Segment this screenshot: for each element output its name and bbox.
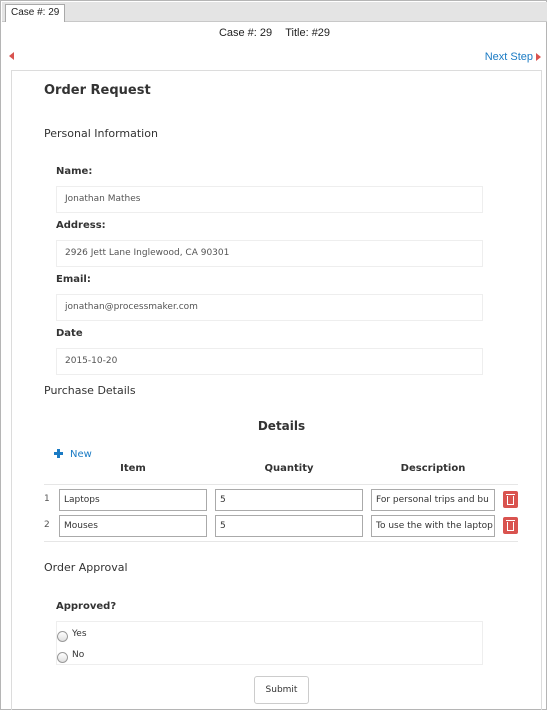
email-label: Email: <box>56 274 91 285</box>
next-arrow-icon[interactable] <box>536 53 541 61</box>
description-cell[interactable]: To use the with the laptop <box>371 515 495 537</box>
email-field[interactable]: jonathan@processmaker.com <box>56 294 483 321</box>
case-number: Case #: 29 <box>218 27 273 39</box>
trash-icon[interactable] <box>503 491 518 508</box>
window-frame: Case #: 29 Case #: 29 Title: #29 Next St… <box>0 0 547 710</box>
trash-icon[interactable] <box>503 517 518 534</box>
address-label: Address: <box>56 220 106 231</box>
submit-button[interactable]: Submit <box>254 676 309 704</box>
row-number: 1 <box>44 494 50 504</box>
purchase-section-title: Purchase Details <box>44 384 136 397</box>
radio-no[interactable] <box>57 652 68 663</box>
approved-radio-group <box>56 621 483 665</box>
radio-yes[interactable] <box>57 631 68 642</box>
address-field[interactable]: 2926 Jett Lane Inglewood, CA 90301 <box>56 240 483 267</box>
date-field[interactable]: 2015-10-20 <box>56 348 483 375</box>
column-header-quantity: Quantity <box>264 463 314 474</box>
case-title: Title: #29 <box>285 27 331 39</box>
column-header-description: Description <box>400 463 466 474</box>
case-info-bar: Case #: 29 Title: #29 <box>1 27 547 39</box>
quantity-cell[interactable]: 5 <box>215 489 363 511</box>
approval-section-title: Order Approval <box>44 561 128 574</box>
name-label: Name: <box>56 166 93 177</box>
next-step-link[interactable]: Next Step <box>485 51 533 63</box>
new-row-label: New <box>70 449 92 460</box>
approved-label: Approved? <box>56 601 117 612</box>
quantity-cell[interactable]: 5 <box>215 515 363 537</box>
item-cell[interactable]: Mouses <box>59 515 207 537</box>
dynaform: Order Request Personal Information Name:… <box>11 70 542 710</box>
radio-yes-label: Yes <box>72 629 87 639</box>
form-title: Order Request <box>44 83 151 98</box>
name-field[interactable]: Jonathan Mathes <box>56 186 483 213</box>
new-row-button[interactable]: New <box>54 449 92 460</box>
grid-title: Details <box>257 419 306 433</box>
plus-icon <box>54 449 63 458</box>
personal-section-title: Personal Information <box>44 127 158 140</box>
item-cell[interactable]: Laptops <box>59 489 207 511</box>
description-cell[interactable]: For personal trips and bu <box>371 489 495 511</box>
tab-case[interactable]: Case #: 29 <box>5 4 66 22</box>
date-label: Date <box>56 328 83 339</box>
column-header-item: Item <box>120 463 146 474</box>
row-number: 2 <box>44 520 50 530</box>
radio-no-label: No <box>72 650 85 660</box>
tab-bar: Case #: 29 <box>2 2 547 22</box>
prev-arrow-icon[interactable] <box>9 52 14 60</box>
